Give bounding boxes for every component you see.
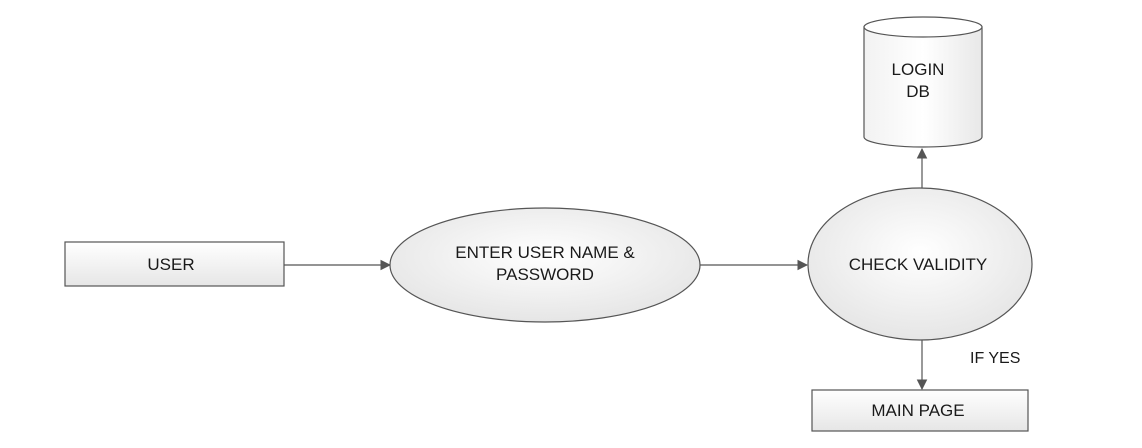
user-label: USER [147,255,194,274]
diagram-page: USER ENTER USER NAME & PASSWORD CHECK VA… [0,0,1142,448]
login-db-label-line-2: DB [906,82,930,101]
login-db-node: LOGIN DB [863,16,983,148]
user-node: USER [64,241,285,287]
enter-credentials-label-line-1: ENTER USER NAME & [455,243,635,262]
check-validity-node: CHECK VALIDITY [807,187,1033,341]
login-db-label-line-1: LOGIN [892,60,945,79]
main-page-node: MAIN PAGE [811,389,1029,432]
check-validity-label: CHECK VALIDITY [849,255,988,274]
edge-label-if-yes: IF YES [970,350,1020,367]
enter-credentials-label-line-2: PASSWORD [496,265,594,284]
login-db-cylinder-top [863,16,983,38]
enter-credentials-node: ENTER USER NAME & PASSWORD [389,207,701,323]
main-page-label: MAIN PAGE [871,401,964,420]
login-flow-diagram: USER ENTER USER NAME & PASSWORD CHECK VA… [64,16,1033,432]
